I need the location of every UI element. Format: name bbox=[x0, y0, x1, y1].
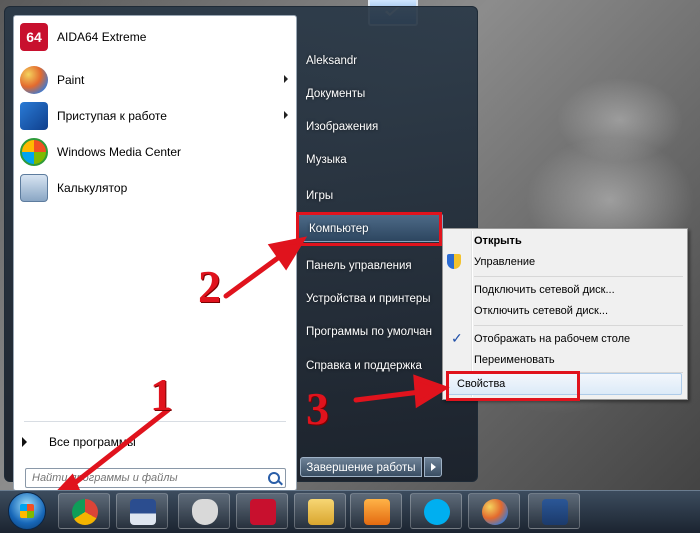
taskbar-explorer[interactable] bbox=[294, 493, 346, 529]
search-icon[interactable] bbox=[268, 472, 280, 484]
menu-separator bbox=[474, 325, 683, 326]
documents-link[interactable]: Документы bbox=[306, 83, 466, 105]
menu-item-disconnect-drive[interactable]: Отключить сетевой диск... bbox=[474, 301, 608, 321]
taskbar-alien[interactable] bbox=[178, 493, 230, 529]
checkmark-icon: ✓ bbox=[451, 330, 463, 346]
games-link[interactable]: Игры bbox=[306, 185, 466, 207]
save-floppy-icon bbox=[130, 499, 156, 525]
submenu-arrow-icon[interactable] bbox=[284, 75, 288, 83]
menu-item-map-drive[interactable]: Подключить сетевой диск... bbox=[474, 280, 615, 300]
program-media-center[interactable]: Windows Media Center bbox=[14, 135, 296, 169]
highlight-box-properties bbox=[446, 371, 580, 401]
default-programs-link[interactable]: Программы по умолчан bbox=[306, 321, 440, 343]
music-link[interactable]: Музыка bbox=[306, 149, 466, 171]
aida64-icon bbox=[250, 499, 276, 525]
divider bbox=[24, 421, 286, 422]
program-label: Калькулятор bbox=[57, 181, 128, 195]
shutdown-button[interactable]: Завершение работы bbox=[300, 457, 422, 477]
taskbar-paint[interactable] bbox=[468, 493, 520, 529]
chrome-icon bbox=[72, 499, 98, 525]
getting-started-icon bbox=[20, 102, 48, 130]
paint-icon bbox=[20, 66, 48, 94]
menu-item-open[interactable]: Открыть bbox=[474, 231, 522, 251]
program-calculator[interactable]: Калькулятор bbox=[14, 171, 296, 205]
taskbar-aida64[interactable] bbox=[236, 493, 288, 529]
taskbar-word[interactable] bbox=[528, 493, 580, 529]
uac-shield-icon bbox=[447, 254, 461, 269]
taskbar-skype[interactable] bbox=[410, 493, 462, 529]
user-name-link[interactable]: Aleksandr bbox=[306, 50, 466, 72]
submenu-arrow-icon[interactable] bbox=[284, 111, 288, 119]
step-number-1: 1 bbox=[150, 369, 173, 420]
step-number-3: 3 bbox=[306, 383, 329, 434]
program-paint[interactable]: Paint bbox=[14, 63, 296, 97]
triangle-right-icon bbox=[22, 437, 27, 447]
taskbar-media-player[interactable] bbox=[350, 493, 402, 529]
menu-item-manage[interactable]: Управление bbox=[474, 252, 535, 272]
program-label: Paint bbox=[57, 73, 85, 87]
program-aida64[interactable]: 64 AIDA64 Extreme bbox=[14, 20, 296, 54]
all-programs-button[interactable]: Все программы bbox=[22, 435, 136, 449]
paint-icon bbox=[482, 499, 508, 525]
taskbar-chrome[interactable] bbox=[58, 493, 110, 529]
menu-item-show-on-desktop[interactable]: Отображать на рабочем столе bbox=[474, 329, 630, 349]
alien-icon bbox=[192, 499, 218, 525]
step-number-2: 2 bbox=[198, 261, 221, 312]
folder-icon bbox=[308, 499, 334, 525]
calculator-icon bbox=[20, 174, 48, 202]
menu-item-rename[interactable]: Переименовать bbox=[474, 350, 555, 370]
program-getting-started[interactable]: Приступая к работе bbox=[14, 99, 296, 133]
pictures-link[interactable]: Изображения bbox=[306, 116, 466, 138]
skype-icon bbox=[424, 499, 450, 525]
program-label: Windows Media Center bbox=[57, 145, 182, 159]
menu-separator bbox=[474, 276, 683, 277]
program-label: Приступая к работе bbox=[57, 109, 167, 123]
start-button[interactable] bbox=[8, 492, 46, 530]
taskbar-save[interactable] bbox=[116, 493, 168, 529]
search-input[interactable] bbox=[26, 469, 268, 487]
aida64-icon: 64 bbox=[20, 23, 48, 51]
word-icon bbox=[542, 499, 568, 525]
program-label: AIDA64 Extreme bbox=[57, 30, 147, 44]
shutdown-options-arrow-icon[interactable] bbox=[424, 457, 442, 477]
highlight-box-computer bbox=[296, 212, 442, 246]
media-center-icon bbox=[20, 138, 48, 166]
all-programs-label: Все программы bbox=[49, 435, 136, 449]
media-player-icon bbox=[364, 499, 390, 525]
search-box[interactable] bbox=[25, 468, 286, 488]
